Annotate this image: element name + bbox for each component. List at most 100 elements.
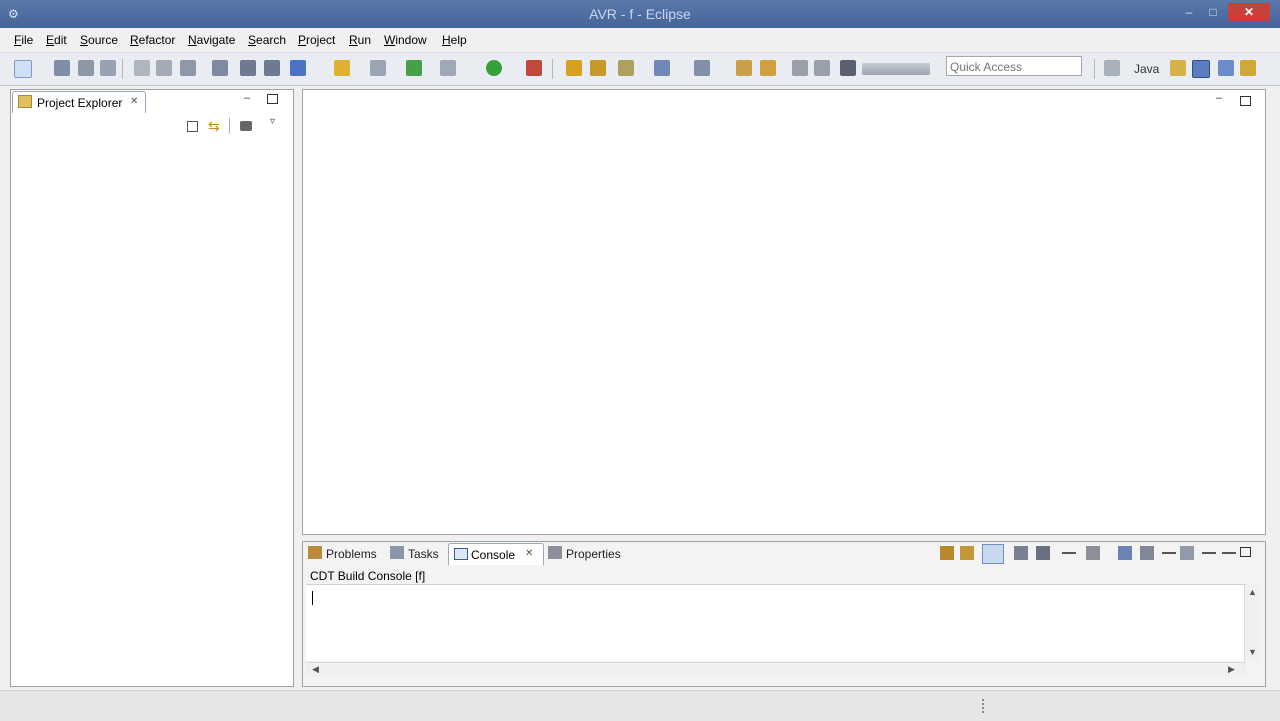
toolbar-separator: [1094, 59, 1095, 79]
scroll-down-icon[interactable]: ▼: [1248, 647, 1257, 657]
clean-icon[interactable]: [180, 60, 196, 76]
link-icon[interactable]: [1162, 552, 1176, 554]
save-icon[interactable]: [54, 60, 70, 76]
scroll-lock-icon[interactable]: [940, 546, 954, 560]
word-wrap-icon[interactable]: [1062, 552, 1076, 554]
open-resource-icon[interactable]: [264, 60, 280, 76]
maximize-button[interactable]: □: [1202, 3, 1224, 21]
back-icon[interactable]: [792, 60, 808, 76]
search-icon[interactable]: [212, 60, 228, 76]
hierarchy-icon[interactable]: [654, 60, 670, 76]
console-output[interactable]: [306, 584, 1246, 661]
show-console-icon[interactable]: [982, 544, 1004, 564]
close-icon[interactable]: ✕: [525, 548, 533, 559]
window-title: AVR - f - Eclipse: [589, 6, 691, 22]
tab-tasks-label: Tasks: [408, 547, 439, 561]
external-tools-icon[interactable]: [526, 60, 542, 76]
open-type-icon[interactable]: [240, 60, 256, 76]
new-console-icon[interactable]: [1180, 546, 1194, 560]
task-icon[interactable]: [694, 60, 710, 76]
new-file-icon[interactable]: [370, 60, 386, 76]
menu-window[interactable]: Window: [384, 33, 427, 47]
menu-source[interactable]: Source: [80, 33, 118, 47]
tab-console-label: Console: [471, 548, 516, 562]
console-vertical-scrollbar[interactable]: ▲ ▼: [1244, 585, 1259, 661]
build-icon[interactable]: [134, 60, 150, 76]
scroll-up-icon[interactable]: ▲: [1248, 587, 1257, 597]
title-bar: ⚙ AVR - f - Eclipse – □ ✕: [0, 0, 1280, 28]
refresh-icon[interactable]: [406, 60, 422, 76]
project-explorer-label: Project Explorer: [37, 96, 123, 110]
close-button[interactable]: ✕: [1228, 3, 1270, 21]
build-all-icon[interactable]: [156, 60, 172, 76]
tab-properties-label: Properties: [566, 547, 621, 561]
menu-navigate[interactable]: Navigate: [188, 33, 235, 47]
annotation-icon[interactable]: [736, 60, 752, 76]
save-all-icon[interactable]: [78, 60, 94, 76]
debug-icon[interactable]: [440, 60, 456, 76]
pin-console-icon[interactable]: [1036, 546, 1050, 560]
console-horizontal-scrollbar[interactable]: ◀ ▶: [306, 662, 1246, 677]
display-selected-icon[interactable]: [1086, 546, 1100, 560]
tab-console[interactable]: Console ✕: [448, 543, 544, 565]
open-perspective-icon[interactable]: [1104, 60, 1120, 76]
clear-console-icon[interactable]: [1014, 546, 1028, 560]
menu-edit[interactable]: Edit: [46, 33, 67, 47]
next-annotation-icon[interactable]: [760, 60, 776, 76]
maximize-view-icon[interactable]: [267, 94, 278, 104]
maximize-editor-icon[interactable]: [1240, 96, 1251, 106]
maximize-console-icon[interactable]: [1240, 547, 1251, 557]
project-explorer-view: [10, 89, 294, 687]
filter-icon[interactable]: [240, 121, 252, 131]
tasks-icon: [390, 546, 404, 559]
forward-icon[interactable]: [814, 60, 830, 76]
minimize-button[interactable]: –: [1178, 3, 1200, 21]
link-with-editor-icon[interactable]: ⇆: [208, 118, 220, 135]
problems-icon: [308, 546, 322, 559]
menu-project[interactable]: Project: [298, 33, 335, 47]
tab-properties[interactable]: Properties: [546, 543, 626, 563]
menu-bar: File Edit Source Refactor Navigate Searc…: [0, 28, 1280, 53]
console-title: CDT Build Console [f]: [310, 569, 426, 583]
restore-console-icon[interactable]: [1222, 552, 1236, 554]
tab-project-explorer[interactable]: Project Explorer ✕: [12, 91, 146, 113]
collapse-all-icon[interactable]: [187, 121, 198, 132]
status-bar: [0, 690, 1280, 721]
run-icon[interactable]: [486, 60, 502, 76]
menu-run[interactable]: Run: [349, 33, 371, 47]
menu-refactor[interactable]: Refactor: [130, 33, 175, 47]
toolbar-gauge: [862, 63, 930, 75]
perspective-cpp-icon[interactable]: [1192, 60, 1210, 78]
quick-access-input[interactable]: [946, 56, 1082, 76]
close-icon[interactable]: ✕: [130, 96, 138, 107]
perspective-resource-icon[interactable]: [1170, 60, 1186, 76]
minimize-view-icon[interactable]: –: [244, 92, 250, 104]
new-icon[interactable]: [14, 60, 32, 78]
class-icon[interactable]: [618, 60, 634, 76]
menu-search[interactable]: Search: [248, 33, 286, 47]
scroll-right-icon[interactable]: ▶: [1228, 664, 1235, 675]
minimize-console-icon[interactable]: [1202, 552, 1216, 554]
open-folder-icon[interactable]: [566, 60, 582, 76]
print-icon[interactable]: [100, 60, 116, 76]
package-icon[interactable]: [590, 60, 606, 76]
perspective-debug-icon[interactable]: [1218, 60, 1234, 76]
menu-file[interactable]: File: [14, 33, 33, 47]
pin-icon[interactable]: [840, 60, 856, 76]
avr-upload-icon[interactable]: [290, 60, 306, 76]
next-console-icon[interactable]: [960, 546, 974, 560]
scroll-left-icon[interactable]: ◀: [312, 664, 319, 675]
perspective-java[interactable]: Java: [1134, 62, 1159, 76]
tab-problems[interactable]: Problems: [306, 543, 378, 563]
properties-icon: [548, 546, 562, 559]
open-console-icon[interactable]: [1118, 546, 1132, 560]
copy-icon[interactable]: [1140, 546, 1154, 560]
tab-tasks[interactable]: Tasks: [388, 543, 444, 563]
view-menu-chevron-down-icon[interactable]: ▿: [270, 116, 275, 127]
main-toolbar: Java: [0, 53, 1280, 86]
menu-help[interactable]: Help: [442, 33, 467, 47]
perspective-team-icon[interactable]: [1240, 60, 1256, 76]
new-folder-icon[interactable]: [334, 60, 350, 76]
status-bar-trim-handle[interactable]: [982, 699, 990, 713]
minimize-editor-icon[interactable]: –: [1216, 92, 1222, 104]
